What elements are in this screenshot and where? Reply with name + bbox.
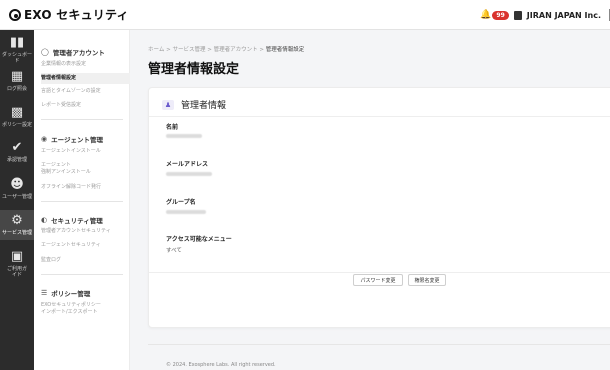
breadcrumb: ホーム > サービス管理 > 管理者アカウント > 管理者情報設定 xyxy=(148,47,305,53)
policy-icon: ▩ xyxy=(10,105,24,120)
card-divider xyxy=(149,116,610,117)
breadcrumb-service[interactable]: サービス管理 xyxy=(172,47,205,53)
nav-item-agent-install[interactable]: エージェントインストール xyxy=(41,148,130,155)
card-title: 管理者情報 xyxy=(181,101,227,111)
field-label-group: グループ名 xyxy=(166,199,196,206)
rail-item-policy[interactable]: ▩ ポリシー設定 xyxy=(0,105,34,129)
shield-half-icon: ◐ xyxy=(41,216,48,224)
main-content: ホーム > サービス管理 > 管理者アカウント > 管理者情報設定 管理者情報設… xyxy=(130,30,610,370)
nav-group-admin-account: ◯ 管理者アカウント xyxy=(41,47,105,57)
field-label-name: 名前 xyxy=(166,124,179,131)
chart-bar-icon: ▮▮ xyxy=(9,35,25,50)
icon-rail: ▮▮ ダッシュボード ▦ ログ照会 ▩ ポリシー設定 ✔ 承認管理 ☻ ユーザー… xyxy=(0,30,34,370)
nav-group-security: ◐ セキュリティ管理 xyxy=(41,215,103,225)
breadcrumb-current: 管理者情報設定 xyxy=(265,47,305,53)
rail-label: サービス管理 xyxy=(1,230,32,236)
list-icon: ☰ xyxy=(41,289,48,297)
rail-label: ダッシュボード xyxy=(1,52,32,64)
log-icon: ▦ xyxy=(10,69,24,84)
page-title: 管理者情報設定 xyxy=(148,62,240,77)
nav-group-title: エージェント管理 xyxy=(51,136,103,144)
rail-label: 承認管理 xyxy=(6,157,27,163)
users-icon: ♟ xyxy=(162,99,174,110)
field-label-access-menu: アクセス可能なメニュー xyxy=(166,236,232,243)
rail-item-service[interactable]: ⚙ サービス管理 xyxy=(0,210,34,240)
user-plus-icon: ☻ xyxy=(10,177,24,192)
card-header: ♟ 管理者情報 xyxy=(162,98,226,111)
side-nav: ◯ 管理者アカウント 企業情報の表示設定 管理者情報設定 言語とタイムゾーンの設… xyxy=(34,30,130,370)
notification-badge: 99 xyxy=(492,10,509,20)
logo-icon xyxy=(9,8,21,21)
change-password-button[interactable]: パスワード変更 xyxy=(353,274,403,286)
rail-label: ログ照会 xyxy=(6,86,27,92)
breadcrumb-admin-account[interactable]: 管理者アカウント xyxy=(214,47,258,53)
nav-group-agent: ◉ エージェント管理 xyxy=(41,134,103,144)
field-value-name-redacted xyxy=(166,134,202,138)
rail-item-log[interactable]: ▦ ログ照会 xyxy=(0,69,34,93)
nav-divider xyxy=(41,201,123,202)
field-label-email: メールアドレス xyxy=(166,161,209,168)
nav-item-offline-code[interactable]: オフライン解除コード発行 xyxy=(41,184,130,191)
check-circle-icon: ✔ xyxy=(11,140,23,155)
brand-logo[interactable]: EXO セキュリティ xyxy=(9,6,129,23)
nav-item-audit-log[interactable]: 監査ログ xyxy=(41,257,130,264)
nav-item-company-display[interactable]: 企業情報の表示設定 xyxy=(41,61,130,68)
nav-group-policy: ☰ ポリシー管理 xyxy=(41,288,90,298)
nav-item-policy-import-export[interactable]: EXOセキュリティポリシー インポート/エクスポート xyxy=(41,302,130,316)
rail-label: ユーザー管理 xyxy=(2,194,32,200)
rail-item-dashboard[interactable]: ▮▮ ダッシュボード xyxy=(0,35,34,65)
top-bar: EXO セキュリティ 🔔 99 JIRAN JAPAN Inc. xyxy=(0,0,610,30)
book-icon: ▣ xyxy=(10,249,24,264)
rail-item-guide[interactable]: ▣ ご利用ガイド xyxy=(0,249,34,279)
rail-item-users[interactable]: ☻ ユーザー管理 xyxy=(0,177,34,201)
nav-item-admin-info[interactable]: 管理者情報設定 xyxy=(41,73,130,84)
rail-label: ポリシー設定 xyxy=(1,122,32,128)
brand-name: EXO セキュリティ xyxy=(24,8,129,22)
nav-item-agent-uninstall[interactable]: エージェント 強制アンインストール xyxy=(41,162,130,176)
field-value-access-menu: すべて xyxy=(166,248,182,254)
nav-divider xyxy=(41,119,123,120)
nav-item-language-timezone[interactable]: 言語とタイムゾーンの設定 xyxy=(41,88,130,95)
shield-icon: ◉ xyxy=(41,135,48,143)
nav-item-agent-security[interactable]: エージェントセキュリティ xyxy=(41,242,130,249)
header-actions: 🔔 99 JIRAN JAPAN Inc. xyxy=(480,0,610,30)
bell-icon[interactable]: 🔔 xyxy=(480,10,491,20)
nav-item-admin-security[interactable]: 管理者アカウントセキュリティ xyxy=(41,228,130,235)
nav-item-report[interactable]: レポート受信設定 xyxy=(41,102,130,109)
user-circle-icon: ◯ xyxy=(41,48,49,56)
field-value-email-redacted xyxy=(166,172,212,176)
field-value-group-redacted xyxy=(166,210,206,214)
rail-item-approval[interactable]: ✔ 承認管理 xyxy=(0,140,34,164)
gear-icon: ⚙ xyxy=(11,213,23,228)
footer-divider xyxy=(148,344,610,345)
footer-copyright: © 2024. Exosphere Labs. All right reserv… xyxy=(166,362,276,368)
breadcrumb-home[interactable]: ホーム xyxy=(148,47,164,53)
nav-group-title: 管理者アカウント xyxy=(52,49,105,57)
change-role-name-button[interactable]: 権限名変更 xyxy=(408,274,446,286)
rail-label: ご利用ガイド xyxy=(6,266,27,278)
nav-divider xyxy=(41,274,123,275)
admin-info-card: ♟ 管理者情報 名前 メールアドレス グループ名 アクセス可能なメニュー すべて… xyxy=(148,87,610,328)
nav-group-title: セキュリティ管理 xyxy=(51,217,103,225)
company-name[interactable]: JIRAN JAPAN Inc. xyxy=(527,11,601,20)
nav-group-title: ポリシー管理 xyxy=(51,290,91,298)
building-icon xyxy=(513,10,522,20)
